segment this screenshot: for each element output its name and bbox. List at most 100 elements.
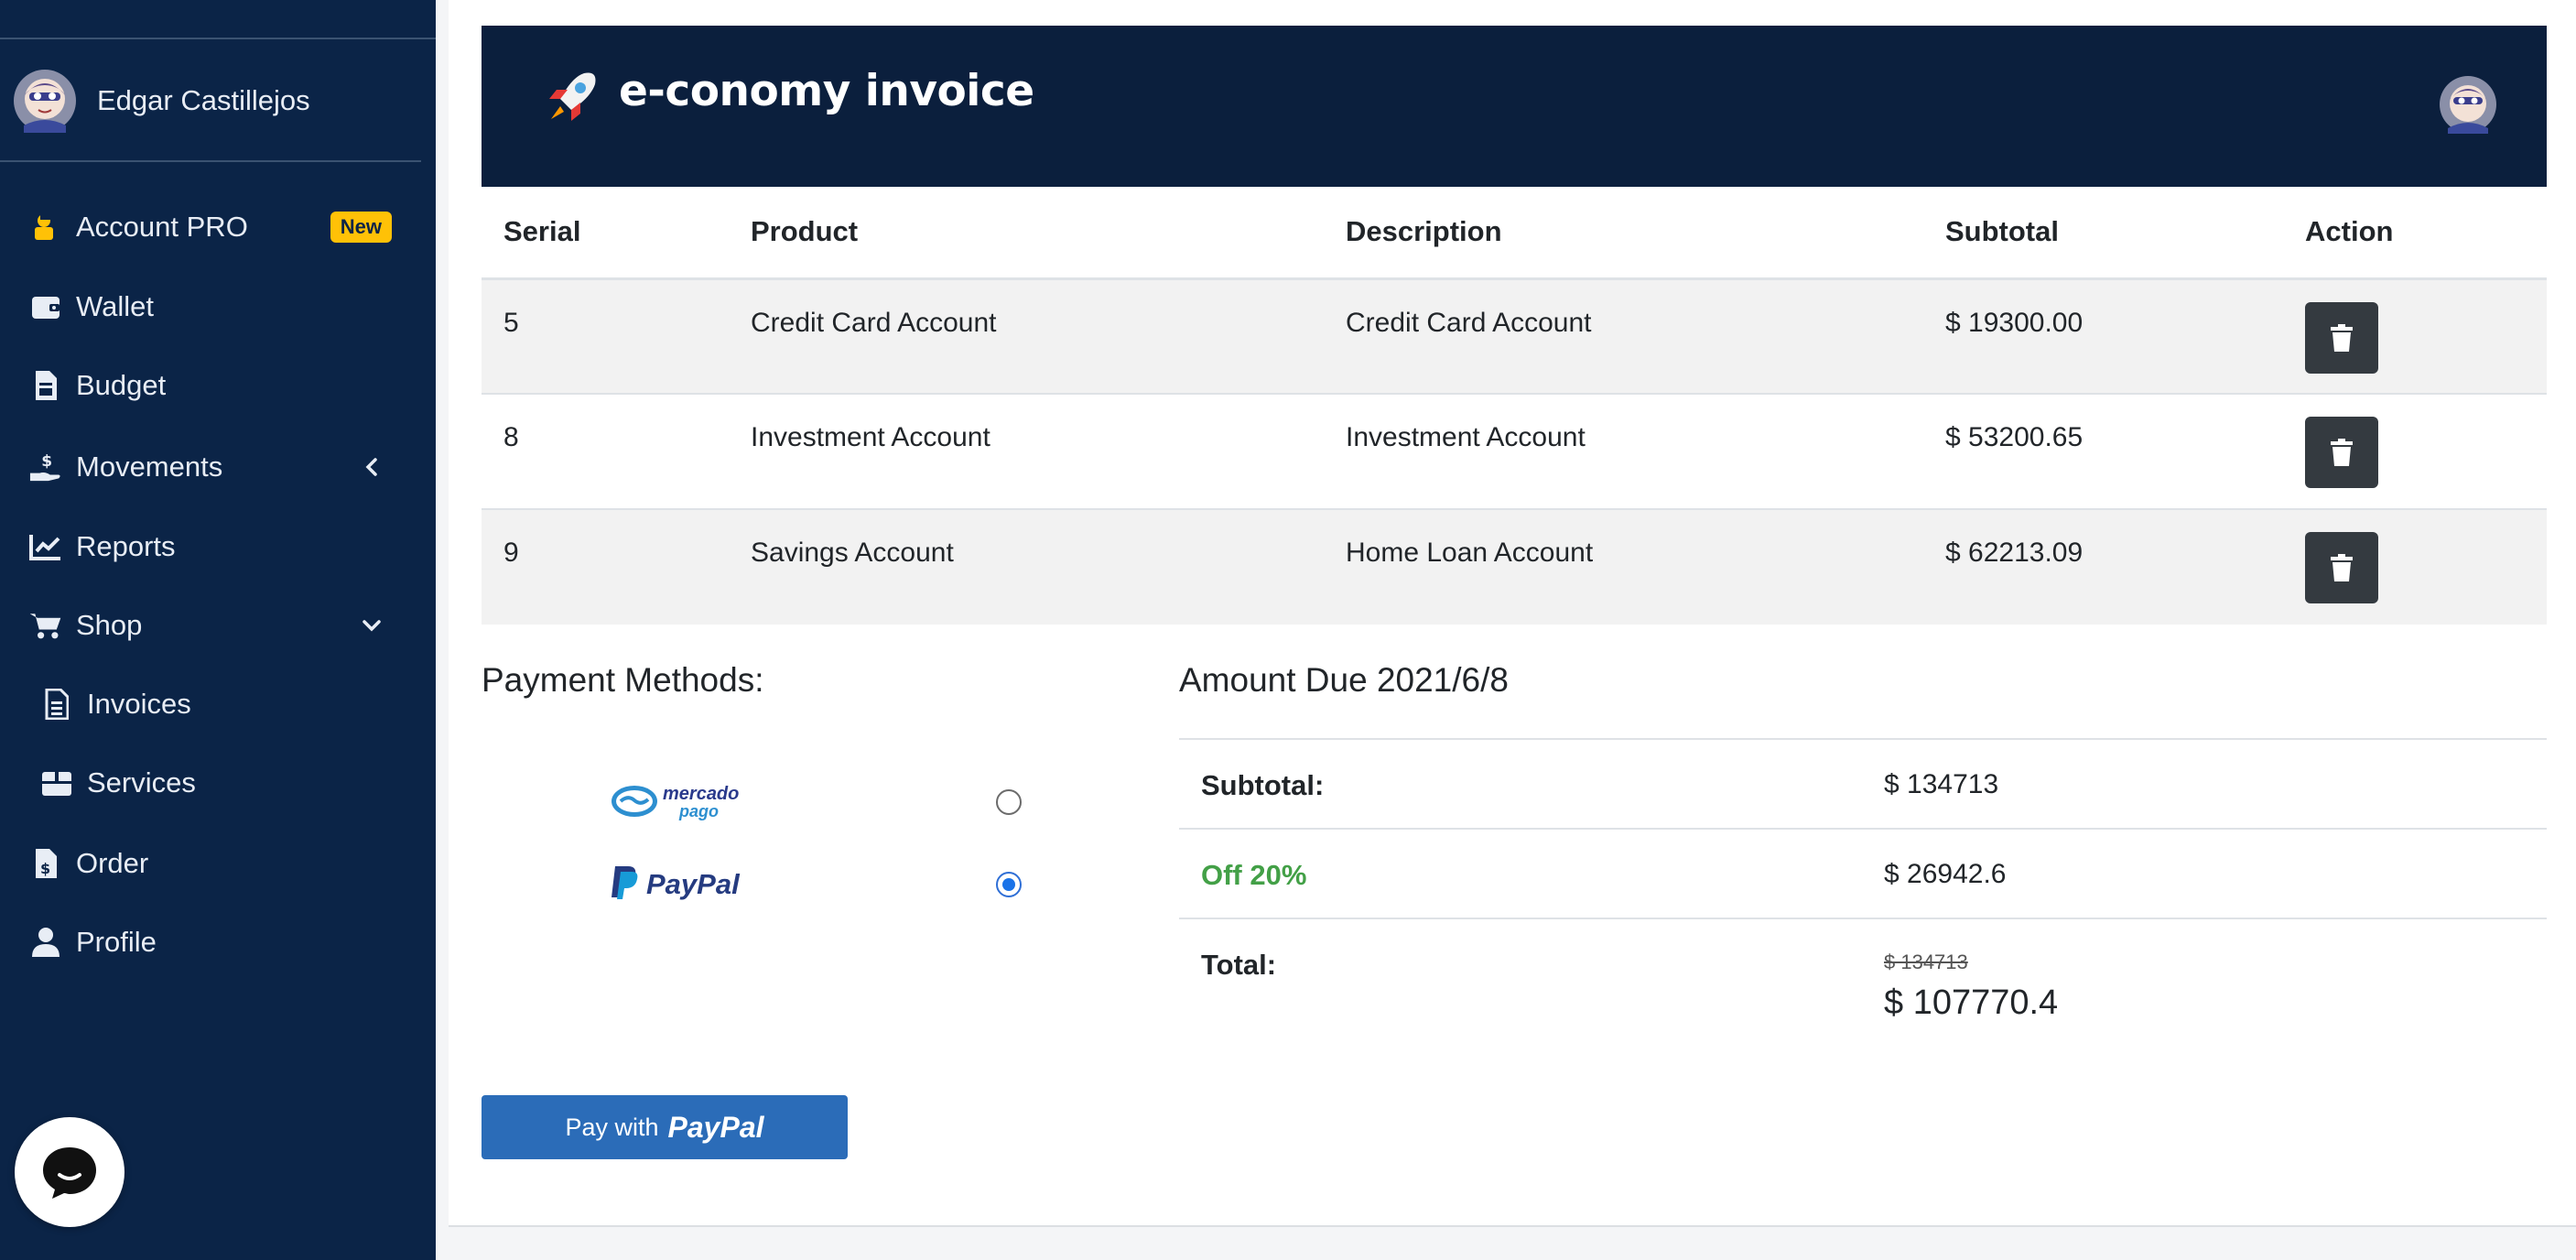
column-header-serial: Serial — [482, 187, 729, 280]
user-avatar-icon[interactable] — [2439, 75, 2497, 134]
column-header-description: Description — [1324, 187, 1923, 280]
file-invoice-icon — [29, 369, 62, 402]
sidebar-item-label: Order — [76, 847, 149, 879]
sidebar-item-order[interactable]: $ Order — [0, 831, 421, 896]
mercadopago-logo-line1: mercado — [663, 784, 739, 804]
chat-widget-button[interactable] — [15, 1117, 124, 1227]
paypal-brand-label: PayPal — [667, 1110, 764, 1144]
column-header-subtotal: Subtotal — [1923, 187, 2283, 280]
file-icon — [40, 688, 73, 721]
paypal-logo-icon: PayPal — [612, 866, 741, 900]
sidebar: Edgar Castillejos Account PRO New Wallet… — [0, 0, 436, 1260]
trash-icon — [2331, 554, 2353, 581]
pay-with-paypal-button[interactable]: Pay with PayPal — [482, 1095, 848, 1159]
chat-icon — [43, 1147, 96, 1199]
table-row: 5 Credit Card Account Credit Card Accoun… — [482, 277, 2547, 394]
payment-methods-title: Payment Methods: — [482, 661, 764, 699]
hand-holding-dollar-icon: $ — [29, 451, 62, 483]
trash-icon — [2331, 323, 2353, 352]
cell-subtotal: $ 19300.00 — [1923, 277, 2283, 394]
totals-table: Subtotal: $ 134713 Off 20% $ 26942.6 Tot… — [1179, 738, 2547, 1055]
sidebar-item-services[interactable]: Services — [0, 751, 421, 815]
svg-text:$: $ — [41, 452, 52, 471]
subtotal-row: Subtotal: $ 134713 — [1179, 738, 2547, 828]
total-label: Total: — [1201, 949, 1277, 981]
trash-icon — [2331, 439, 2353, 466]
cell-description: Home Loan Account — [1324, 508, 1923, 625]
user-icon — [29, 926, 62, 959]
column-header-action: Action — [2283, 187, 2547, 280]
sidebar-item-label: Account PRO — [76, 211, 248, 243]
cell-action — [2283, 277, 2547, 394]
discount-label: Off 20% — [1201, 859, 1307, 891]
amount-due-title: Amount Due 2021/6/8 — [1179, 661, 1509, 699]
discount-row: Off 20% $ 26942.6 — [1179, 828, 2547, 918]
new-badge: New — [330, 212, 392, 243]
chevron-down-icon — [361, 614, 383, 636]
user-tie-icon — [29, 211, 62, 244]
cell-action — [2283, 393, 2547, 509]
delete-button[interactable] — [2305, 532, 2378, 603]
mercadopago-logo-icon: mercado pago — [612, 784, 739, 820]
sidebar-top-divider — [0, 38, 436, 39]
cell-subtotal: $ 62213.09 — [1923, 508, 2283, 625]
sidebar-item-label: Profile — [76, 926, 157, 958]
user-divider — [0, 160, 421, 162]
cell-action — [2283, 508, 2547, 625]
invoice-header: e-conomy invoice — [482, 26, 2547, 187]
table-row: 9 Savings Account Home Loan Account $ 62… — [482, 508, 2547, 625]
chart-line-icon — [29, 530, 62, 563]
box-icon — [40, 766, 73, 799]
total-value: $ 107770.4 — [1884, 983, 2059, 1022]
page-title: e-conomy invoice — [619, 66, 1034, 116]
sidebar-item-label: Services — [87, 766, 196, 798]
table-row: 8 Investment Account Investment Account … — [482, 393, 2547, 509]
payment-option-paypal[interactable]: PayPal — [482, 857, 1031, 912]
subtotal-value: $ 134713 — [1884, 769, 1999, 799]
invoice-table: Serial Product Description Subtotal Acti… — [482, 187, 2547, 625]
user-panel[interactable]: Edgar Castillejos — [13, 66, 310, 136]
rocket-icon — [549, 72, 596, 121]
mercadopago-radio[interactable] — [996, 789, 1022, 815]
cart-icon — [29, 609, 62, 642]
paypal-logo-text: PayPal — [646, 868, 741, 900]
avatar — [14, 70, 76, 133]
cell-product: Credit Card Account — [729, 277, 1324, 394]
cell-product: Savings Account — [729, 508, 1324, 625]
sidebar-item-label: Shop — [76, 609, 143, 641]
sidebar-item-wallet[interactable]: Wallet — [0, 275, 421, 339]
svg-text:$: $ — [40, 860, 50, 877]
sidebar-item-shop[interactable]: Shop — [0, 593, 421, 657]
user-name: Edgar Castillejos — [97, 84, 310, 116]
mercadopago-logo-line2: pago — [678, 802, 719, 820]
sidebar-item-account-pro[interactable]: Account PRO New — [0, 195, 421, 259]
cell-description: Credit Card Account — [1324, 277, 1923, 394]
cell-subtotal: $ 53200.65 — [1923, 393, 2283, 509]
subtotal-label: Subtotal: — [1201, 769, 1325, 801]
cell-description: Investment Account — [1324, 393, 1923, 509]
sidebar-item-label: Budget — [76, 369, 167, 401]
delete-button[interactable] — [2305, 417, 2378, 488]
payment-option-mercadopago[interactable]: mercado pago — [482, 775, 1031, 830]
cell-serial: 9 — [482, 508, 729, 625]
file-dollar-icon: $ — [29, 847, 62, 880]
paypal-radio[interactable] — [996, 872, 1022, 897]
sidebar-item-label: Invoices — [87, 688, 191, 720]
sidebar-item-reports[interactable]: Reports — [0, 515, 421, 579]
total-original-value: $ 134713 — [1884, 950, 1968, 973]
cell-product: Investment Account — [729, 393, 1324, 509]
sidebar-item-movements[interactable]: $ Movements — [0, 435, 421, 499]
chevron-left-icon — [361, 456, 383, 478]
sidebar-item-label: Reports — [76, 530, 176, 562]
total-row: Total: $ 134713 $ 107770.4 — [1179, 918, 2547, 1055]
discount-value: $ 26942.6 — [1884, 859, 2007, 889]
sidebar-item-label: Wallet — [76, 290, 154, 322]
sidebar-item-invoices[interactable]: Invoices — [0, 672, 421, 736]
table-header-row: Serial Product Description Subtotal Acti… — [482, 187, 2547, 280]
sidebar-item-profile[interactable]: Profile — [0, 910, 421, 974]
cell-serial: 8 — [482, 393, 729, 509]
delete-button[interactable] — [2305, 301, 2378, 374]
pay-with-label: Pay with — [565, 1113, 659, 1141]
sidebar-item-budget[interactable]: Budget — [0, 353, 421, 418]
cell-serial: 5 — [482, 277, 729, 394]
